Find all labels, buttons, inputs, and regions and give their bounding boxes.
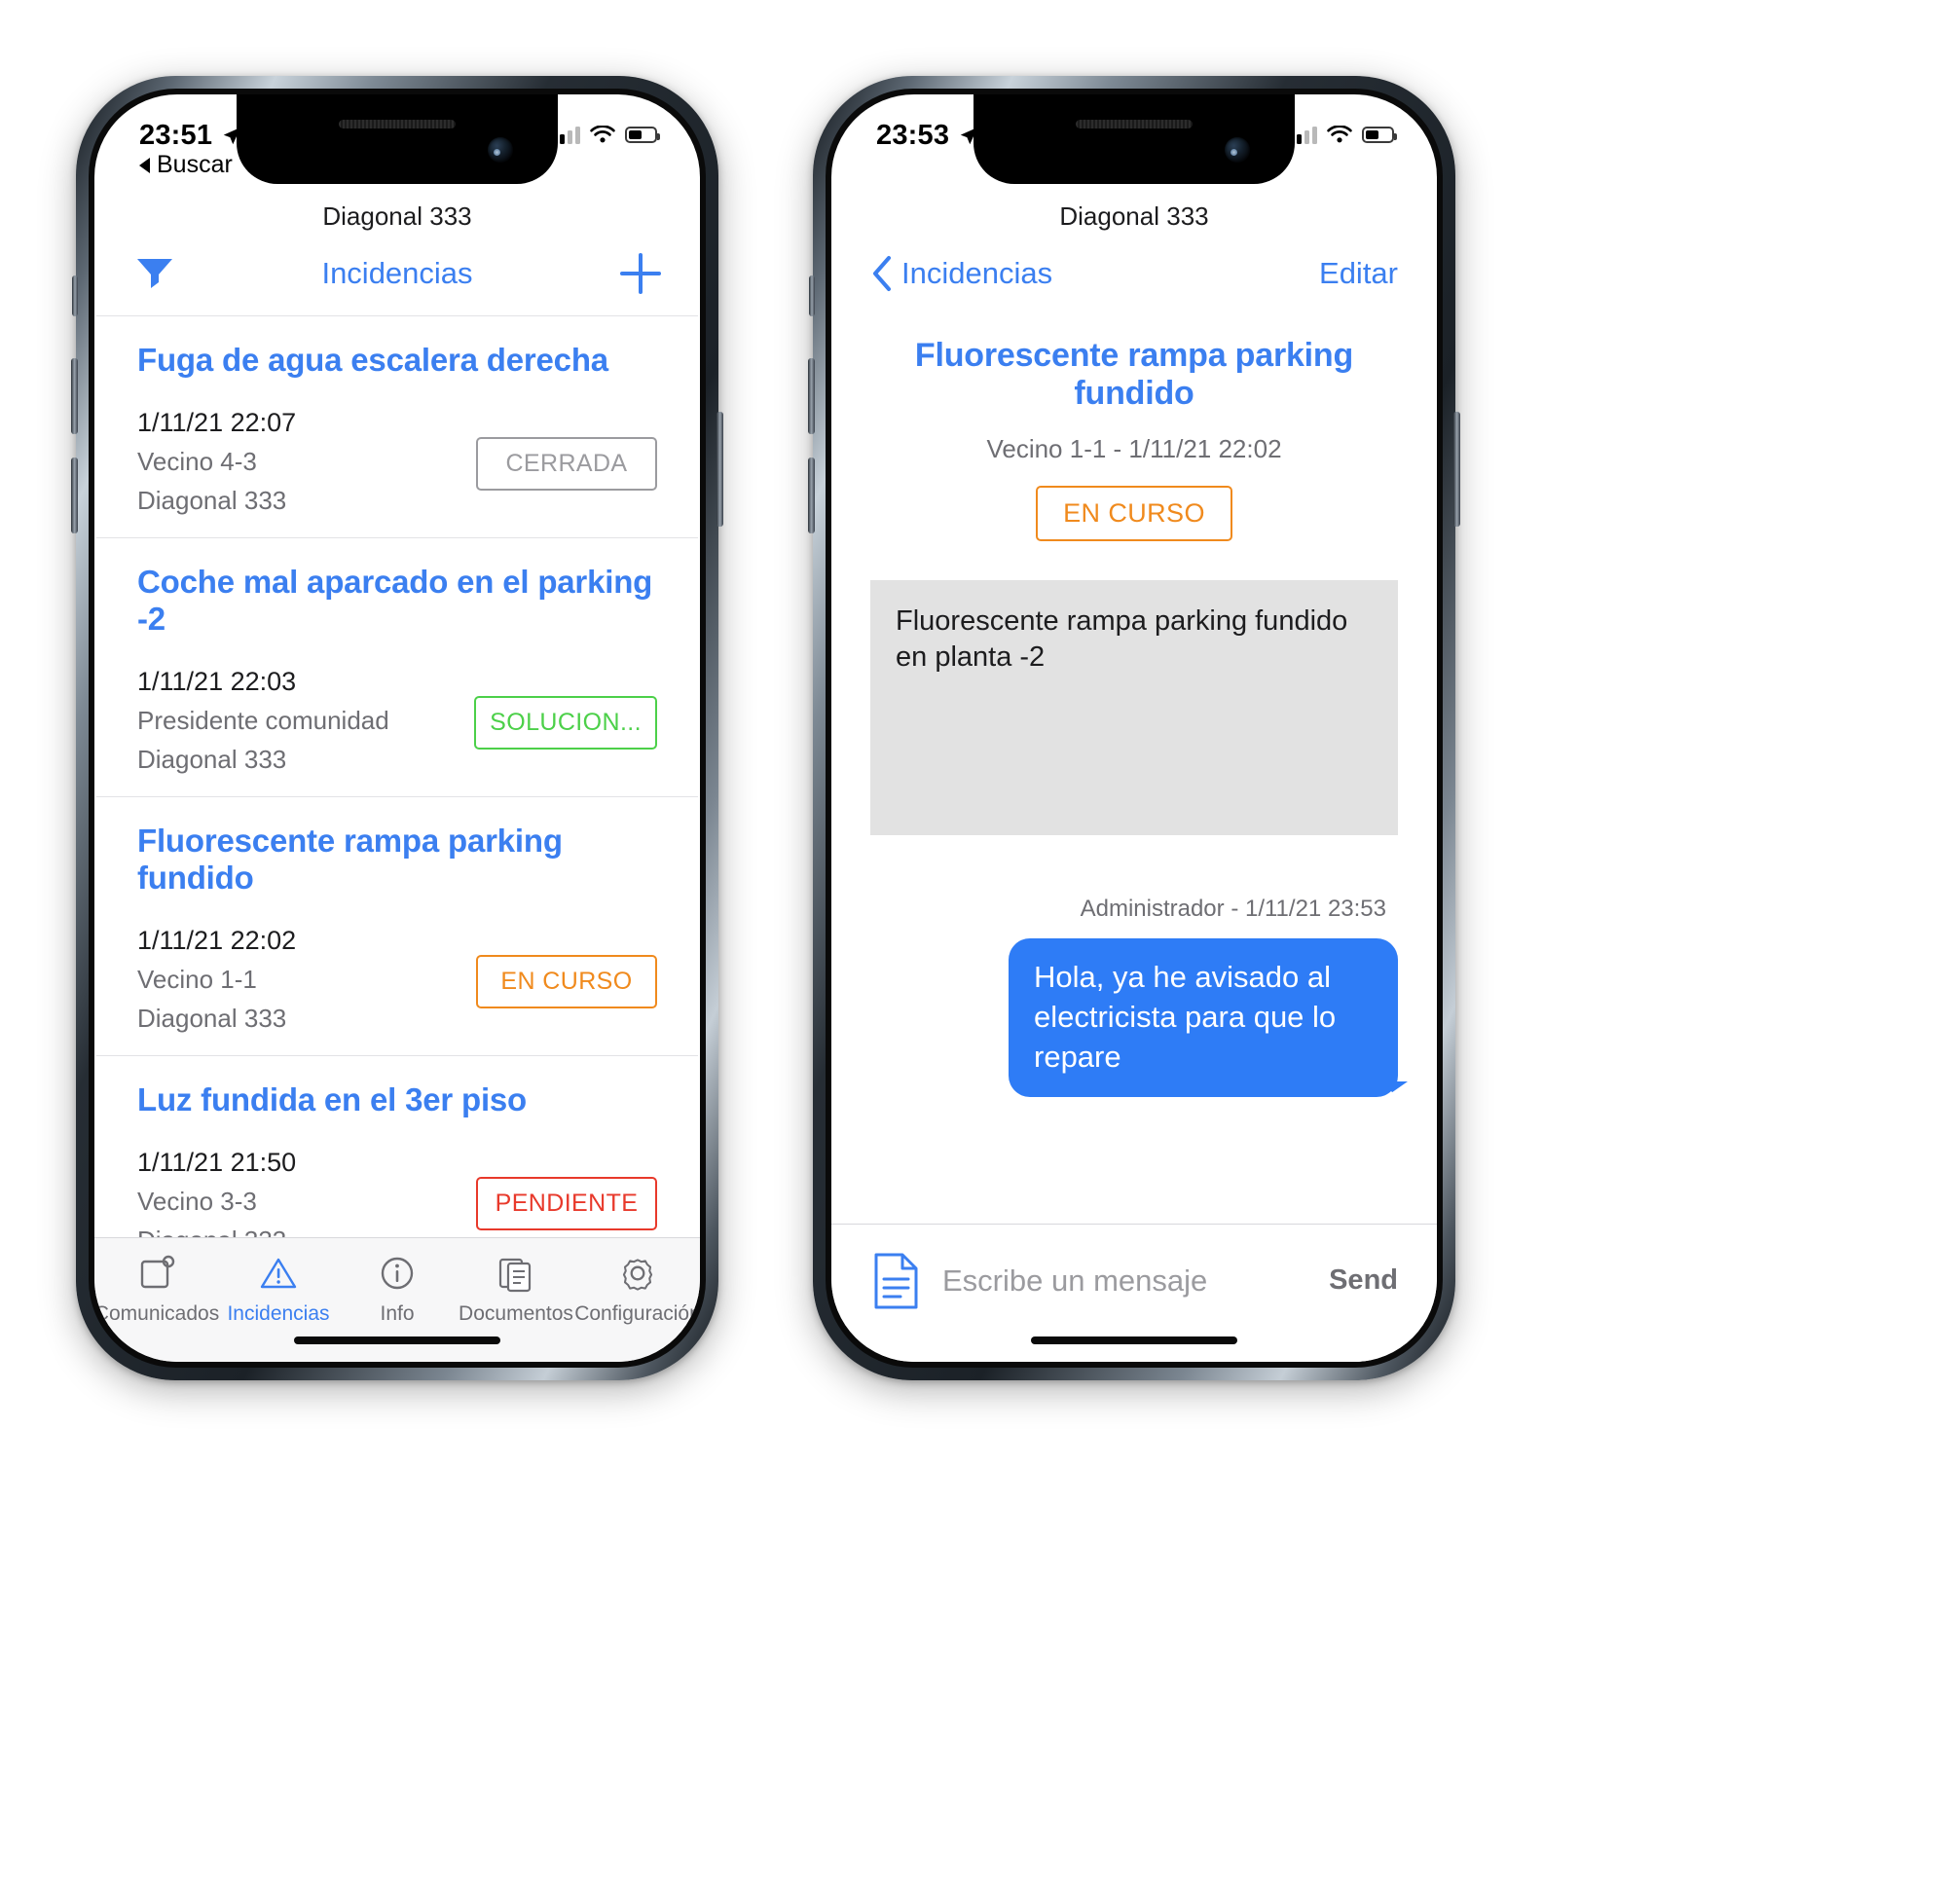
description-box: Fluorescente rampa parking fundido en pl… <box>870 580 1398 835</box>
incident-author: Vecino 3-3 <box>137 1187 257 1216</box>
detail-subtitle: Vecino 1-1 - 1/11/21 22:02 <box>986 434 1282 463</box>
message-input[interactable]: Escribe un mensaje <box>942 1263 1307 1299</box>
home-indicator[interactable] <box>294 1336 500 1344</box>
info-circle-icon <box>381 1257 414 1290</box>
screen-incident-detail: 23:53 Diagonal 333 Incidencias Editar Fl… <box>831 94 1437 1362</box>
home-indicator[interactable] <box>1031 1336 1237 1344</box>
list-item[interactable]: Coche mal aparcado en el parking -2 1/11… <box>96 537 698 796</box>
incident-meta: 1/11/21 22:02 Vecino 1-1 Diagonal 333 <box>137 926 296 1034</box>
incident-author: Presidente comunidad <box>137 706 389 735</box>
incident-date: 1/11/21 21:50 <box>137 1148 297 1177</box>
tab-label: Comunicados <box>94 1302 220 1325</box>
status-badge: SOLUCION... <box>474 696 657 750</box>
status-badge: EN CURSO <box>1036 486 1232 541</box>
incident-place: Diagonal 333 <box>137 745 287 774</box>
detail-status-row: EN CURSO <box>831 464 1437 541</box>
incident-body: 1/11/21 22:07 Vecino 4-3 Diagonal 333 CE… <box>137 408 657 516</box>
edit-button[interactable]: Editar <box>1319 256 1398 291</box>
power-button[interactable] <box>1453 412 1460 527</box>
tab-incidencias[interactable]: Incidencias <box>219 1252 338 1326</box>
warning-triangle-icon <box>260 1258 297 1289</box>
volume-up-button[interactable] <box>808 358 815 434</box>
incident-title: Luz fundida en el 3er piso <box>137 1081 528 1117</box>
incident-author: Vecino 4-3 <box>137 447 257 476</box>
plus-icon[interactable] <box>620 253 661 294</box>
navbar-right <box>534 253 661 294</box>
incident-meta: 1/11/21 22:07 Vecino 4-3 Diagonal 333 <box>137 408 296 516</box>
tab-label: Incidencias <box>227 1302 330 1325</box>
tab-label: Configuración <box>574 1302 700 1325</box>
tab-documentos[interactable]: Documentos <box>457 1252 575 1326</box>
documents-icon <box>498 1258 532 1293</box>
detail-navbar: Incidencias Editar <box>831 232 1437 315</box>
phone-incident-detail: 23:53 Diagonal 333 Incidencias Editar Fl… <box>808 76 1460 1380</box>
incident-title: Fluorescente rampa parking fundido <box>137 823 563 896</box>
incident-title: Fuga de agua escalera derecha <box>137 342 608 378</box>
volume-down-button[interactable] <box>808 458 815 533</box>
tab-label: Documentos <box>459 1302 573 1325</box>
tab-configuracion[interactable]: Configuración <box>574 1252 700 1326</box>
send-button[interactable]: Send <box>1329 1264 1398 1297</box>
list-item[interactable]: Fuga de agua escalera derecha 1/11/21 22… <box>96 315 698 537</box>
phone-bezel: 23:53 Diagonal 333 Incidencias Editar Fl… <box>826 89 1443 1368</box>
incident-date: 1/11/21 22:03 <box>137 667 297 696</box>
incident-list: Fuga de agua escalera derecha 1/11/21 22… <box>94 315 700 1277</box>
back-button[interactable]: Incidencias <box>870 255 1052 292</box>
incident-title: Coche mal aparcado en el parking -2 <box>137 564 653 637</box>
earpiece-speaker <box>1076 120 1193 128</box>
back-label: Incidencias <box>901 256 1053 290</box>
announcement-icon <box>140 1255 175 1289</box>
incident-place: Diagonal 333 <box>137 1004 287 1033</box>
list-item[interactable]: Fluorescente rampa parking fundido 1/11/… <box>96 796 698 1055</box>
message-meta: Administrador - 1/11/21 23:53 <box>1080 896 1386 922</box>
document-attach-icon[interactable] <box>870 1252 921 1310</box>
detail-title: Fluorescente rampa parking fundido <box>914 337 1354 412</box>
screen-incident-list: 23:51 Buscar Diagonal 333 Incidencias Fu… <box>94 94 700 1362</box>
mute-switch[interactable] <box>72 275 78 316</box>
incident-place: Diagonal 333 <box>137 486 287 515</box>
screenshot-canvas: 23:51 Buscar Diagonal 333 Incidencias Fu… <box>0 0 1947 1904</box>
front-camera <box>488 137 513 163</box>
back-to-search-link[interactable]: Buscar <box>139 151 233 179</box>
volume-down-button[interactable] <box>71 458 78 533</box>
message-row: Hola, ya he avisado al electricista para… <box>870 938 1408 1097</box>
phone-incident-list: 23:51 Buscar Diagonal 333 Incidencias Fu… <box>71 76 723 1380</box>
navbar-title: Incidencias <box>321 256 473 290</box>
incidents-navbar: Incidencias <box>94 232 700 315</box>
notch <box>237 94 558 184</box>
status-badge: PENDIENTE <box>476 1177 657 1230</box>
navbar-left <box>133 252 260 295</box>
front-camera <box>1225 137 1250 163</box>
mute-switch[interactable] <box>809 275 815 316</box>
tab-comunicados[interactable]: Comunicados <box>94 1252 219 1326</box>
message-block: Administrador - 1/11/21 23:53 Hola, ya h… <box>831 896 1437 1097</box>
tab-info[interactable]: Info <box>338 1252 457 1326</box>
status-badge: EN CURSO <box>476 955 657 1008</box>
notch <box>974 94 1295 184</box>
power-button[interactable] <box>716 412 723 527</box>
incident-body: 1/11/21 22:03 Presidente comunidad Diago… <box>137 667 657 775</box>
filter-funnel-icon[interactable] <box>133 252 176 295</box>
chevron-left-icon <box>873 256 891 291</box>
tab-label: Info <box>380 1302 415 1325</box>
incident-date: 1/11/21 22:02 <box>137 926 297 955</box>
incident-body: 1/11/21 22:02 Vecino 1-1 Diagonal 333 EN… <box>137 926 657 1034</box>
status-badge: CERRADA <box>476 437 657 491</box>
back-to-search-label: Buscar <box>157 151 233 178</box>
navbar-right: Editar <box>1271 256 1398 291</box>
incident-meta: 1/11/21 22:03 Presidente comunidad Diago… <box>137 667 389 775</box>
phone-bezel: 23:51 Buscar Diagonal 333 Incidencias Fu… <box>89 89 706 1368</box>
message-bubble: Hola, ya he avisado al electricista para… <box>1009 938 1408 1097</box>
earpiece-speaker <box>339 120 456 128</box>
incident-author: Vecino 1-1 <box>137 965 257 994</box>
volume-up-button[interactable] <box>71 358 78 434</box>
incident-date: 1/11/21 22:07 <box>137 408 297 437</box>
back-triangle-icon <box>139 157 150 173</box>
gear-icon <box>622 1259 653 1291</box>
